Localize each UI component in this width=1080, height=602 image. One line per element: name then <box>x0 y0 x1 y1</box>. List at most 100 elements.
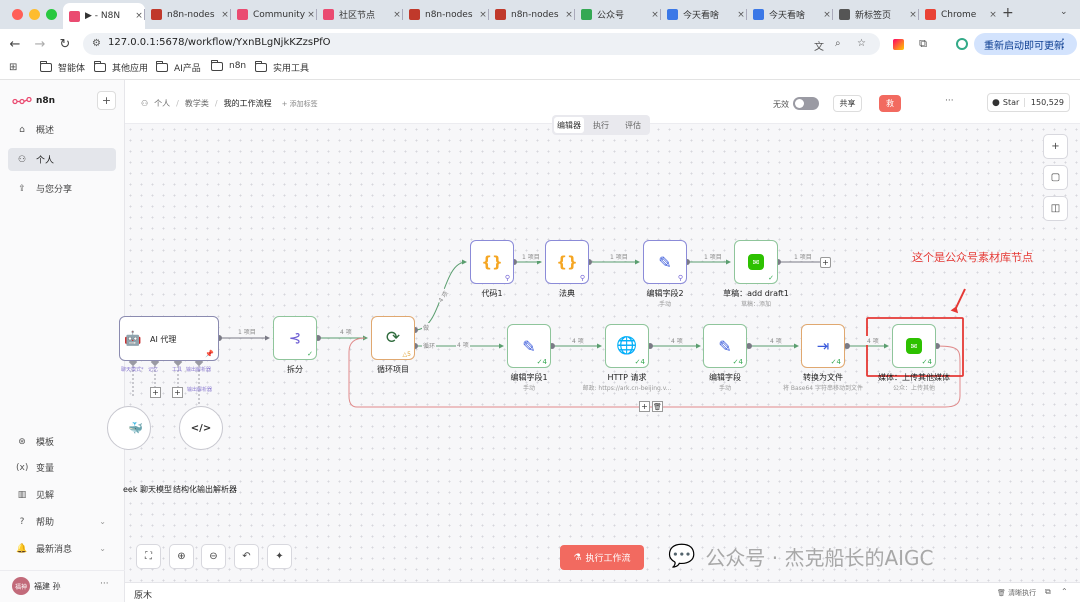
node-output-parser[interactable]: </> <box>179 406 223 450</box>
close-window-button[interactable] <box>12 9 23 20</box>
node-loop[interactable]: ⟳ △5 <box>371 316 415 360</box>
sidebar-item-whats-new[interactable]: 🔔 最新消息 ⌄ <box>8 537 116 560</box>
browser-tab[interactable]: 新标签页 × <box>833 4 919 25</box>
browser-tab[interactable]: ▶ - N8N × <box>63 3 145 29</box>
clear-execution-label: 清晰执行 <box>1008 589 1037 597</box>
breadcrumb-separator: / <box>214 99 218 108</box>
extension-app-icon[interactable] <box>890 36 906 52</box>
sidebar-item-insights[interactable]: ▥ 见解 <box>8 483 116 506</box>
workflow-canvas[interactable]: 编辑器 执行 评估 + ▢ ◫ 1 项目 4 项 做 循环 4 项 4 项 1 … <box>107 115 1080 582</box>
sidebar-item-label: 与您分享 <box>36 185 73 195</box>
delete-edge-icon[interactable]: 🗑 <box>652 401 663 412</box>
chevron-up-icon[interactable]: ⌃ <box>1061 587 1068 596</box>
tab-title: Chrome <box>941 9 977 20</box>
tab-search-chevron-icon[interactable]: ⌄ <box>1060 7 1068 17</box>
browser-tab[interactable]: 社区节点 × <box>317 4 403 25</box>
logs-label[interactable]: 原木 <box>134 588 152 601</box>
share-button[interactable]: 共享 <box>833 95 862 112</box>
back-arrow-icon[interactable]: ← <box>6 35 24 53</box>
browser-tab[interactable]: 今天看啥 × <box>747 4 833 25</box>
sidebar-item-shared[interactable]: ⇪ 与您分享 <box>8 177 116 200</box>
add-tag-button[interactable]: + 添加标签 <box>282 99 318 109</box>
more-vert-icon[interactable]: ⋮ <box>1057 36 1069 50</box>
zoom-in-button[interactable]: ⊕ <box>169 544 194 569</box>
active-toggle[interactable] <box>793 97 819 110</box>
save-button[interactable]: 救 <box>879 95 901 112</box>
node-edit-fields-1[interactable]: ✎ ✓4 <box>507 324 551 368</box>
node-ai-agent[interactable]: 🤖 AI 代理 📌 <box>119 316 219 361</box>
clear-execution-button[interactable]: 🗑 清晰执行 <box>997 588 1036 598</box>
port-label: 工具 <box>172 367 183 373</box>
zoom-out-button[interactable]: ⊖ <box>201 544 226 569</box>
node-chat-model[interactable]: 🐳 <box>107 406 151 450</box>
more-button[interactable]: ··· <box>945 96 954 106</box>
undo-button[interactable]: ↶ <box>234 544 259 569</box>
apps-grid-icon[interactable]: ⊞ <box>9 62 17 73</box>
sidebar-item-personal[interactable]: ⚇ 个人 <box>8 148 116 171</box>
node-convert-to-file[interactable]: ⇥ ✓4 <box>801 324 845 368</box>
add-memory-button[interactable]: + <box>150 387 161 398</box>
node-code-fa[interactable]: {} ⚲ <box>545 240 589 284</box>
share-icon: ⇪ <box>18 183 26 194</box>
user-menu-button[interactable]: ··· <box>100 579 109 589</box>
profile-icon[interactable] <box>954 36 970 52</box>
edge-label: 4 项 <box>339 327 353 336</box>
zoom-in-icon: ⊕ <box>177 551 186 562</box>
bookmark-folder[interactable]: 实用工具 <box>255 61 309 74</box>
tidy-up-button[interactable]: ✦ <box>267 544 292 569</box>
site-info-icon[interactable]: ⚙ <box>92 38 101 49</box>
node-edit-fields-2[interactable]: ✎ ⚲ <box>643 240 687 284</box>
translate-icon[interactable]: 文 <box>814 38 824 53</box>
fit-view-button[interactable]: ⛶ <box>136 544 161 569</box>
close-tab-icon[interactable]: × <box>987 10 999 20</box>
pop-out-icon[interactable]: ⧉ <box>1045 587 1051 597</box>
sidebar-item-help[interactable]: ? 帮助 ⌄ <box>8 510 116 533</box>
new-tab-button[interactable]: + <box>1002 5 1014 21</box>
forward-arrow-icon[interactable]: → <box>31 35 49 53</box>
browser-tab[interactable]: 公众号 × <box>575 4 661 25</box>
workflow-name[interactable]: 我的工作流程 <box>224 98 272 109</box>
broom-icon: ✦ <box>275 551 284 562</box>
execute-workflow-button[interactable]: ⚗ 执行工作流 <box>560 545 644 570</box>
node-media-upload[interactable]: ✉ ✓4 <box>892 324 936 368</box>
user-icon: ⚇ <box>17 154 27 165</box>
browser-tab[interactable]: n8n-nodes × <box>403 4 489 25</box>
add-node-on-edge-button[interactable]: + <box>639 401 650 412</box>
zoom-icon[interactable]: ⌕ <box>835 38 841 49</box>
browser-tab[interactable]: 今天看啥 × <box>661 4 747 25</box>
browser-tab[interactable]: n8n-nodes × <box>145 4 231 25</box>
add-tool-button[interactable]: + <box>172 387 183 398</box>
notion-icon <box>409 9 420 20</box>
user-icon: ⚇ <box>141 99 149 108</box>
zoom-window-button[interactable] <box>46 9 57 20</box>
update-restart-button[interactable]: 重新启动即可更新 ⋮ <box>974 33 1077 55</box>
node-split[interactable]: ⊰ ✓ <box>273 316 317 360</box>
bookmark-folder[interactable]: n8n <box>211 59 246 71</box>
sidebar-item-variables[interactable]: (x) 变量 <box>8 456 116 479</box>
extensions-puzzle-icon[interactable]: ⧉ <box>915 36 931 52</box>
avatar[interactable]: 福神 <box>12 577 30 595</box>
browser-tab[interactable]: Community × <box>231 4 317 25</box>
browser-tab[interactable]: n8n-nodes × <box>489 4 575 25</box>
sidebar-item-overview[interactable]: ⌂ 概述 <box>8 118 116 141</box>
breadcrumb-item[interactable]: 教学类 <box>185 98 209 109</box>
breadcrumb-item[interactable]: 个人 <box>154 98 170 109</box>
sidebar-item-label: 概述 <box>36 126 55 136</box>
bookmark-folder[interactable]: 智能体 <box>40 61 85 74</box>
add-button[interactable]: + <box>97 91 116 110</box>
bookmark-star-icon[interactable]: ☆ <box>857 38 866 49</box>
browser-tab[interactable]: Chrome × <box>919 4 999 25</box>
node-code1[interactable]: {} ⚲ <box>470 240 514 284</box>
address-bar[interactable]: ⚙ 127.0.0.1:5678/workflow/YxnBLgNjkKZzsP… <box>83 33 880 55</box>
node-http-request[interactable]: 🌐 ✓4 <box>605 324 649 368</box>
minimize-window-button[interactable] <box>29 9 40 20</box>
reload-icon[interactable]: ↻ <box>56 35 74 53</box>
n8n-logo[interactable]: n8n <box>12 96 55 106</box>
node-draft[interactable]: ✉ ✓ <box>734 240 778 284</box>
node-edit-fields[interactable]: ✎ ✓4 <box>703 324 747 368</box>
bookmark-folder[interactable]: 其他应用 <box>94 61 148 74</box>
sidebar-item-templates[interactable]: ⊛ 模板 <box>8 430 116 453</box>
bookmark-folder[interactable]: AI产品 <box>156 61 201 74</box>
add-next-node-button[interactable]: + <box>820 257 831 268</box>
github-star-button[interactable]: ● Star 150,529 <box>987 93 1070 112</box>
